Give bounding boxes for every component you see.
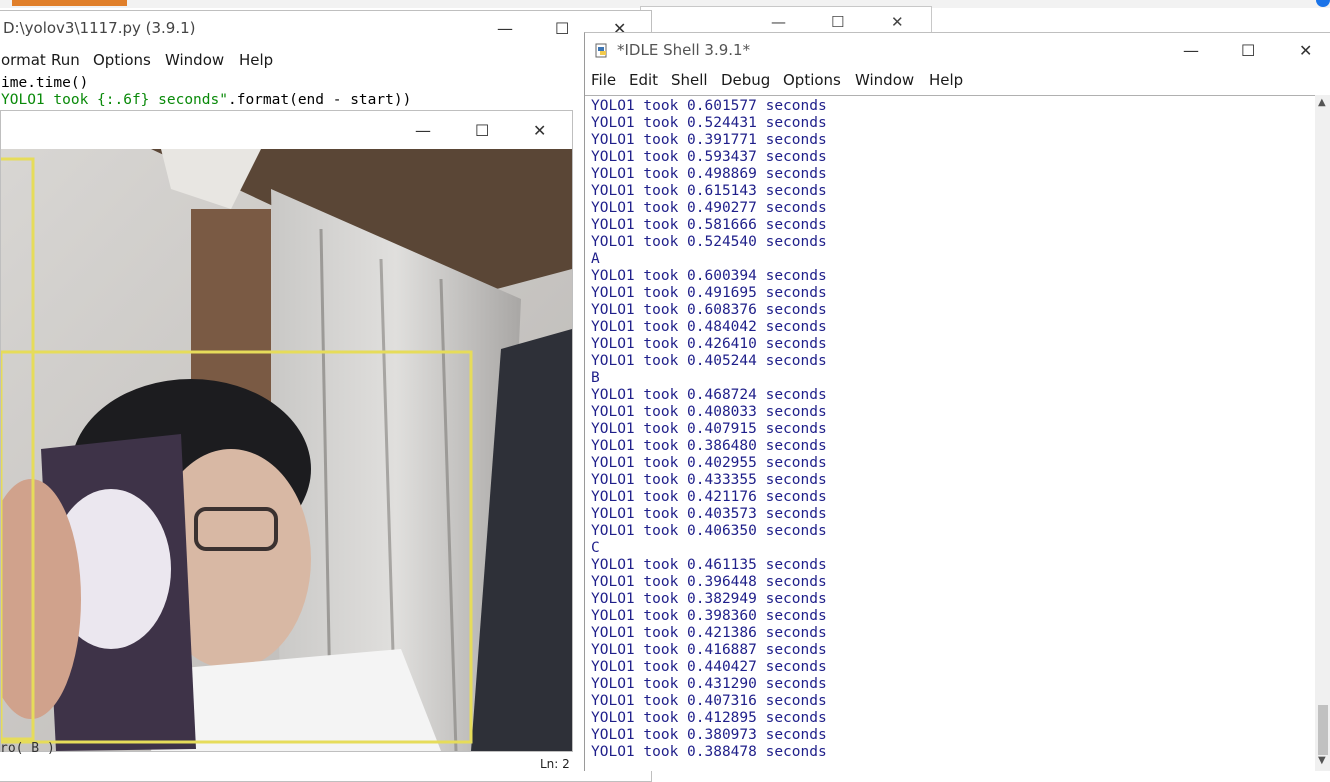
maximize-button[interactable]: ☐	[831, 13, 844, 31]
shell-output-line: YOLO1 took 0.461135 seconds	[591, 557, 827, 573]
camera-frame	[1, 149, 572, 751]
shell-output-line: YOLO1 took 0.388478 seconds	[591, 744, 827, 760]
editor-menubar: ormat Run Options Window Help	[0, 47, 651, 73]
shell-output-line: YOLO1 took 0.391771 seconds	[591, 132, 827, 148]
shell-output[interactable]: YOLO1 took 0.601577 seconds YOLO1 took 0.…	[585, 95, 1315, 772]
menu-edit[interactable]: Edit	[629, 71, 658, 89]
menu-debug[interactable]: Debug	[721, 71, 770, 89]
taskbar-app-button[interactable]	[12, 0, 127, 6]
python-icon	[595, 43, 607, 58]
shell-title: *IDLE Shell 3.9.1*	[617, 41, 751, 59]
scroll-up-arrow-icon[interactable]: ▲	[1318, 97, 1326, 108]
menu-run[interactable]: Run	[51, 51, 80, 69]
shell-output-line: YOLO1 took 0.524431 seconds	[591, 115, 827, 131]
code-line: YOLO1 took {:.6f} seconds".format(end - …	[0, 92, 651, 109]
idle-shell-window: *IDLE Shell 3.9.1* — ☐ ✕ File Edit Shell…	[584, 32, 1330, 771]
shell-output-line: B	[591, 370, 600, 386]
shell-output-line: YOLO1 took 0.407316 seconds	[591, 693, 827, 709]
scroll-thumb[interactable]	[1318, 705, 1328, 755]
shell-output-line: YOLO1 took 0.600394 seconds	[591, 268, 827, 284]
menu-help[interactable]: Help	[239, 51, 273, 69]
shell-output-line: YOLO1 took 0.421386 seconds	[591, 625, 827, 641]
status-line-col: Ln: 2	[540, 757, 570, 771]
close-button[interactable]: ✕	[1299, 41, 1312, 60]
shell-output-line: YOLO1 took 0.407915 seconds	[591, 421, 827, 437]
menu-shell[interactable]: Shell	[671, 71, 708, 89]
shell-titlebar: *IDLE Shell 3.9.1* — ☐ ✕	[585, 33, 1330, 67]
editor-text-fragment: ro( B )	[0, 741, 55, 756]
menu-file[interactable]: File	[591, 71, 616, 89]
camera-image	[1, 149, 572, 751]
shell-output-line: YOLO1 took 0.431290 seconds	[591, 676, 827, 692]
shell-scrollbar[interactable]: ▲ ▼	[1315, 95, 1330, 771]
close-button[interactable]: ✕	[533, 121, 546, 140]
notification-icon[interactable]	[1316, 0, 1330, 7]
shell-output-line: YOLO1 took 0.524540 seconds	[591, 234, 827, 250]
shell-output-line: YOLO1 took 0.491695 seconds	[591, 285, 827, 301]
close-button[interactable]: ✕	[891, 13, 904, 31]
shell-output-line: YOLO1 took 0.408033 seconds	[591, 404, 827, 420]
menu-help[interactable]: Help	[929, 71, 963, 89]
shell-output-line: YOLO1 took 0.468724 seconds	[591, 387, 827, 403]
shell-output-line: YOLO1 took 0.498869 seconds	[591, 166, 827, 182]
shell-output-line: YOLO1 took 0.380973 seconds	[591, 727, 827, 743]
shell-output-line: YOLO1 took 0.581666 seconds	[591, 217, 827, 233]
minimize-button[interactable]: —	[1183, 41, 1199, 60]
code-area[interactable]: ime.time() YOLO1 took {:.6f} seconds".fo…	[0, 75, 651, 109]
maximize-button[interactable]: ☐	[555, 19, 569, 38]
code-text: .format(end - start))	[227, 92, 412, 108]
shell-output-line: A	[591, 251, 600, 267]
minimize-button[interactable]: —	[771, 13, 786, 31]
shell-output-line: YOLO1 took 0.416887 seconds	[591, 642, 827, 658]
minimize-button[interactable]: —	[415, 121, 431, 140]
code-string: YOLO1 took {:.6f} seconds"	[1, 92, 228, 108]
maximize-button[interactable]: ☐	[475, 121, 489, 140]
shell-output-line: YOLO1 took 0.382949 seconds	[591, 591, 827, 607]
shell-output-line: YOLO1 took 0.405244 seconds	[591, 353, 827, 369]
shell-output-line: YOLO1 took 0.396448 seconds	[591, 574, 827, 590]
shell-output-line: YOLO1 took 0.398360 seconds	[591, 608, 827, 624]
shell-output-line: YOLO1 took 0.484042 seconds	[591, 319, 827, 335]
menu-format[interactable]: ormat	[1, 51, 46, 69]
menu-options[interactable]: Options	[93, 51, 151, 69]
shell-output-line: YOLO1 took 0.406350 seconds	[591, 523, 827, 539]
shell-menubar: File Edit Shell Debug Options Window Hel…	[585, 71, 1330, 95]
shell-output-line: YOLO1 took 0.386480 seconds	[591, 438, 827, 454]
menu-window[interactable]: Window	[165, 51, 224, 69]
shell-output-line: YOLO1 took 0.403573 seconds	[591, 506, 827, 522]
shell-output-line: YOLO1 took 0.426410 seconds	[591, 336, 827, 352]
shell-output-text: YOLO1 took 0.601577 seconds YOLO1 took 0.…	[591, 98, 827, 761]
editor-title: D:\yolov3\1117.py (3.9.1)	[3, 19, 196, 37]
code-line: ime.time()	[1, 75, 89, 91]
shell-output-line: YOLO1 took 0.421176 seconds	[591, 489, 827, 505]
shell-output-line: YOLO1 took 0.615143 seconds	[591, 183, 827, 199]
shell-output-line: YOLO1 took 0.433355 seconds	[591, 472, 827, 488]
shell-output-line: YOLO1 took 0.490277 seconds	[591, 200, 827, 216]
shell-output-line: YOLO1 took 0.593437 seconds	[591, 149, 827, 165]
scroll-down-arrow-icon[interactable]: ▼	[1318, 755, 1326, 766]
menu-options[interactable]: Options	[783, 71, 841, 89]
minimize-button[interactable]: —	[497, 19, 513, 38]
shell-output-line: YOLO1 took 0.608376 seconds	[591, 302, 827, 318]
maximize-button[interactable]: ☐	[1241, 41, 1255, 60]
image-window: — ☐ ✕	[0, 110, 573, 752]
menu-window[interactable]: Window	[855, 71, 914, 89]
shell-output-line: YOLO1 took 0.402955 seconds	[591, 455, 827, 471]
shell-output-line: YOLO1 took 0.412895 seconds	[591, 710, 827, 726]
shell-output-line: YOLO1 took 0.440427 seconds	[591, 659, 827, 675]
shell-output-line: C	[591, 540, 600, 556]
shell-output-line: YOLO1 took 0.601577 seconds	[591, 98, 827, 114]
